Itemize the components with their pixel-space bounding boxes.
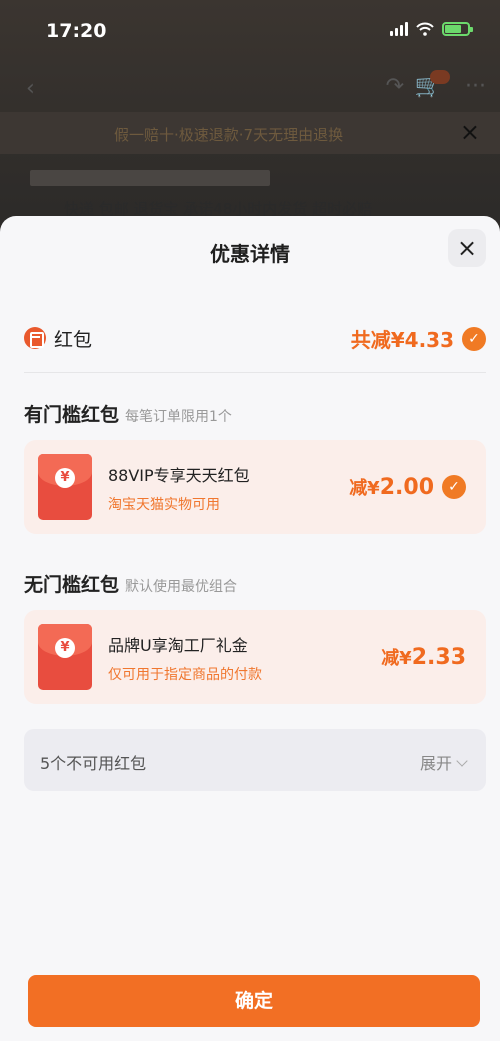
- red-packet-icon: [24, 327, 46, 349]
- threshold-section-subtitle: 每笔订单限用1个: [125, 409, 232, 425]
- wifi-icon: [416, 22, 434, 36]
- unavailable-red-packets-row[interactable]: 5个不可用红包 展开: [24, 729, 486, 791]
- chevron-down-icon: [456, 755, 468, 767]
- background-nav: ‹ ↷ 🛒 ···: [0, 64, 500, 112]
- yuan-icon: ¥: [55, 638, 75, 658]
- confirm-button[interactable]: 确定: [28, 975, 480, 1027]
- card-desc: 淘宝天猫实物可用: [108, 497, 220, 513]
- card-title: 88VIP专享天天红包: [108, 466, 250, 485]
- battery-icon: [442, 22, 473, 36]
- divider: [24, 372, 486, 373]
- status-bar: 17:20: [0, 0, 500, 64]
- total-discount-amount: 共减¥4.33: [350, 328, 454, 352]
- no-threshold-section-header: 无门槛红包 默认使用最优组合: [24, 570, 237, 597]
- amount-value: 2.00: [379, 475, 434, 500]
- unavailable-label: 5个不可用红包: [40, 754, 147, 773]
- card-check-icon[interactable]: ✓: [442, 475, 466, 499]
- guarantee-close-icon: ×: [459, 118, 480, 146]
- red-envelope-icon: ¥: [38, 624, 92, 690]
- red-packet-label: 红包: [54, 329, 93, 351]
- red-envelope-icon: ¥: [38, 454, 92, 520]
- guarantee-text: 假一赔十·极速退款·7天无理由退换: [114, 126, 344, 144]
- status-icons: [390, 22, 473, 36]
- amount-value: 2.33: [411, 645, 466, 670]
- guarantee-banner: 假一赔十·极速退款·7天无理由退换 ×: [0, 112, 500, 154]
- card-title: 品牌U享淘工厂礼金: [108, 636, 248, 655]
- cart-badge: [430, 70, 450, 84]
- yuan-icon: ¥: [55, 468, 75, 488]
- amount-prefix: 减¥: [381, 648, 412, 669]
- more-icon: ···: [465, 74, 486, 99]
- card-amount: 减¥2.00: [349, 474, 434, 500]
- sheet-title: 优惠详情: [210, 242, 290, 266]
- red-packet-total-row: 红包 共减¥4.33 ✓: [24, 324, 486, 354]
- threshold-section-header: 有门槛红包 每笔订单限用1个: [24, 400, 232, 427]
- expand-toggle[interactable]: 展开: [419, 750, 468, 774]
- red-packet-card-brand[interactable]: ¥ 品牌U享淘工厂礼金 仅可用于指定商品的付款 减¥2.33: [24, 610, 486, 704]
- close-icon: ×: [456, 234, 478, 262]
- blurred-text: [30, 170, 270, 186]
- amount-prefix: 减¥: [349, 478, 380, 499]
- share-icon: ↷: [385, 74, 404, 99]
- card-amount: 减¥2.33: [381, 644, 466, 670]
- signal-icon: [390, 22, 408, 36]
- red-packet-card-88vip[interactable]: ¥ 88VIP专享天天红包 淘宝天猫实物可用 减¥2.00 ✓: [24, 440, 486, 534]
- card-desc: 仅可用于指定商品的付款: [108, 667, 262, 683]
- status-time: 17:20: [46, 20, 107, 42]
- threshold-section-title: 有门槛红包: [24, 404, 120, 426]
- no-threshold-section-subtitle: 默认使用最优组合: [125, 579, 238, 595]
- close-button[interactable]: ×: [448, 229, 486, 267]
- total-check-icon[interactable]: ✓: [462, 327, 486, 351]
- back-icon: ‹: [26, 76, 35, 101]
- no-threshold-section-title: 无门槛红包: [24, 574, 120, 596]
- expand-label: 展开: [419, 754, 452, 773]
- discount-sheet: 优惠详情 × 红包 共减¥4.33 ✓ 有门槛红包 每笔订单限用1个 ¥ 88VI…: [0, 216, 500, 1041]
